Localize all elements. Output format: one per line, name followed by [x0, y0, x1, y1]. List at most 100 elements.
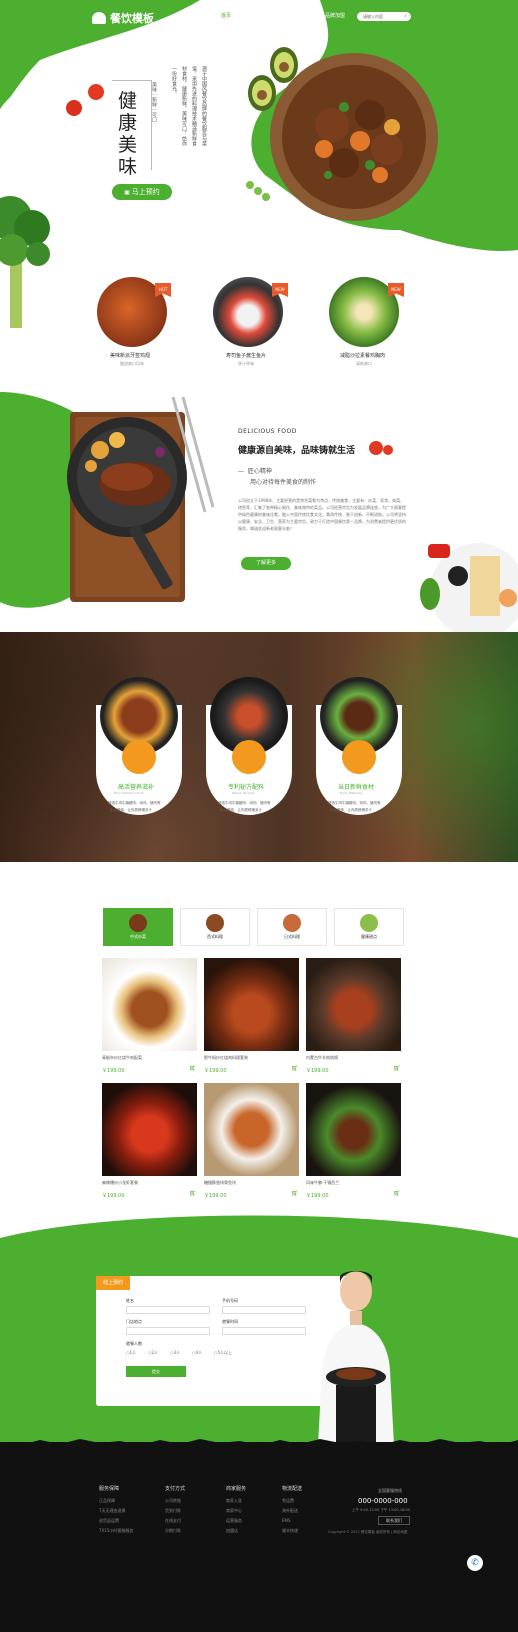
featured-name-2[interactable]: 寿司鱼子酱生鱼片 — [226, 352, 266, 359]
featured-sub-3: 清新爽口 — [356, 361, 372, 366]
new-badge: NEW — [272, 283, 288, 297]
store-field[interactable] — [126, 1327, 210, 1335]
cart-icon[interactable]: 🛒︎ — [189, 1065, 197, 1072]
menu-item-name[interactable]: 糖醋酥香排骨鱼块 — [204, 1180, 236, 1186]
footer-link[interactable]: 7X15小时客服服务 — [99, 1528, 133, 1534]
cart-icon[interactable]: 🛒︎ — [189, 1190, 197, 1197]
people-option-3[interactable]: ○3人 — [170, 1350, 180, 1356]
tab-dessert[interactable]: 健康甜点 — [334, 908, 404, 946]
hotline-label: 全国客服热线 — [378, 1488, 402, 1493]
feature-en-1: Tonic Nutrition Tonic — [114, 791, 145, 795]
menu-item-image[interactable] — [306, 1083, 401, 1176]
footer-link[interactable]: 商家中心 — [226, 1508, 242, 1514]
menu-item-price: ￥199.00 — [204, 1193, 227, 1199]
people-option-4[interactable]: ○4人 — [192, 1350, 202, 1356]
menu-item-name[interactable]: 风味牛腩·干锅西兰 — [306, 1180, 339, 1186]
menu-item-price: ￥199.00 — [204, 1068, 227, 1074]
nav-item-menu[interactable]: 我们的菜单 — [252, 12, 277, 19]
featured-name-1[interactable]: 美味新派牙签鸡翅 — [110, 352, 150, 359]
search-icon[interactable]: ⌕ — [404, 12, 407, 21]
broccoli-image — [0, 196, 50, 328]
hero-desc-1: 源于中国风餐饮品牌的餐饮服务与菜 — [201, 66, 207, 146]
menu-item-image[interactable] — [306, 958, 401, 1051]
tab-western[interactable]: 西式料理 — [180, 908, 250, 946]
feature-title-1: 高活营养滋补 — [118, 784, 155, 791]
nav-item-franchise[interactable]: 品牌加盟 — [325, 12, 345, 19]
field-label-store: 门店地点 — [126, 1319, 142, 1324]
tab-japanese[interactable]: 日式料理 — [257, 908, 327, 946]
footer-link[interactable]: 在线支付 — [165, 1518, 181, 1524]
steak-image — [67, 396, 215, 602]
footer-link[interactable]: 免运费 — [282, 1498, 294, 1504]
footer-link[interactable]: 正品保障 — [99, 1498, 115, 1504]
reserve-button[interactable]: ▣ 马上预约 — [112, 184, 172, 200]
tomato-image — [66, 84, 104, 116]
footer-link[interactable]: 7天无理由退换 — [99, 1508, 126, 1514]
hero-tagline: 美味｜新鲜｜可口 — [151, 82, 157, 122]
footer-link[interactable]: 货到付款 — [165, 1508, 181, 1514]
about-title: 健康源自美味，品味铸就生活 — [238, 446, 356, 456]
nav-item-about[interactable]: 关于我们 — [294, 12, 314, 19]
chinese-food-icon — [129, 914, 147, 932]
menu-item-image[interactable] — [102, 958, 197, 1051]
submit-button[interactable]: 提交 — [126, 1366, 186, 1377]
tab-chinese[interactable]: 中式炒菜 — [103, 908, 173, 946]
feature-line2-3: 小火慢炖，让肉质鲜嫩多汁 — [330, 808, 372, 812]
chat-icon[interactable]: ✆ — [467, 1555, 483, 1571]
footer-edge — [0, 1439, 518, 1450]
footer — [0, 1442, 518, 1632]
site-logo[interactable]: 餐饮模板 — [92, 10, 154, 26]
feature-line2-2: 小火慢炖，让肉质鲜嫩多汁 — [220, 808, 262, 812]
footer-link[interactable]: 加盟店 — [226, 1528, 238, 1534]
search-input[interactable]: 请输入内容 ⌕ — [356, 11, 412, 22]
logo-text: 餐饮模板 — [110, 12, 154, 25]
footer-link[interactable]: 顺丰快递 — [282, 1528, 298, 1534]
footer-link[interactable]: 商家入驻 — [226, 1498, 242, 1504]
cart-icon[interactable]: 🛒︎ — [291, 1065, 299, 1072]
name-field[interactable] — [126, 1306, 210, 1314]
menu-item-name[interactable]: 肥牛焖炒红烧肉料理套装 — [204, 1055, 248, 1061]
logo-icon — [92, 12, 106, 24]
nav-item-home[interactable]: 首页 — [213, 9, 239, 23]
contact-button[interactable]: 联系我们 — [378, 1516, 410, 1525]
footer-link[interactable]: 退货返运费 — [99, 1518, 119, 1524]
chef-image — [318, 1271, 394, 1445]
footer-link[interactable]: EMS — [282, 1518, 291, 1523]
menu-item-image[interactable] — [102, 1083, 197, 1176]
field-label-name: 姓名 — [126, 1298, 134, 1303]
people-option-2[interactable]: ○2人 — [148, 1350, 158, 1356]
learn-more-button[interactable]: 了解更多 — [241, 557, 291, 570]
featured-name-3[interactable]: 减脂沙拉素餐鸡胸肉 — [340, 352, 385, 359]
dessert-icon — [360, 914, 378, 932]
footer-link[interactable]: 运营服务 — [226, 1518, 242, 1524]
time-field[interactable] — [222, 1327, 306, 1335]
menu-item-image[interactable] — [204, 1083, 299, 1176]
footer-link[interactable]: 海外配送 — [282, 1508, 298, 1514]
hero-desc-3: 材食材，健康新鲜，美味可口，给你 — [181, 66, 187, 146]
cart-icon[interactable]: 🛒︎ — [393, 1065, 401, 1072]
menu-item-image[interactable] — [204, 958, 299, 1051]
menu-item-name[interactable]: 内蒙古牛羊肉炖锅 — [306, 1055, 338, 1061]
footer-col-title: 支付方式 — [165, 1486, 186, 1492]
featured-sub-1: 酸甜爽口风味 — [120, 361, 144, 366]
menu-item-name[interactable]: 麻辣爆炒小龙虾套餐 — [102, 1180, 138, 1186]
western-food-icon — [206, 914, 224, 932]
recipe-icon — [232, 740, 266, 774]
new-badge: NEW — [388, 283, 404, 297]
feature-en-3: Fresh Materials — [340, 791, 363, 795]
people-option-1[interactable]: ○1人 — [126, 1350, 136, 1356]
footer-link[interactable]: 分期付款 — [165, 1528, 181, 1534]
about-body: 公司创立于1998年，主要经营的是特色菜肴为特点，传统美食，主要有：炒菜、家常、… — [238, 498, 406, 531]
cart-icon[interactable]: 🛒︎ — [393, 1190, 401, 1197]
featured-sub-2: 原汁原味 — [238, 361, 254, 366]
hotline-number: 000-0000-000 — [358, 1497, 408, 1505]
menu-item-name[interactable]: 青椒杂炒红烧牛肉配菜 — [102, 1055, 142, 1061]
people-label: 就餐人数 — [126, 1341, 142, 1346]
footer-col-title: 服务保障 — [99, 1486, 120, 1492]
cart-icon[interactable]: 🛒︎ — [291, 1190, 299, 1197]
phone-field[interactable] — [222, 1306, 306, 1314]
field-label-phone: 手机号码 — [222, 1298, 238, 1303]
people-option-5[interactable]: ○5人以上 — [214, 1350, 232, 1356]
footer-link[interactable]: 公司转账 — [165, 1498, 181, 1504]
tomato-icon — [369, 441, 393, 455]
